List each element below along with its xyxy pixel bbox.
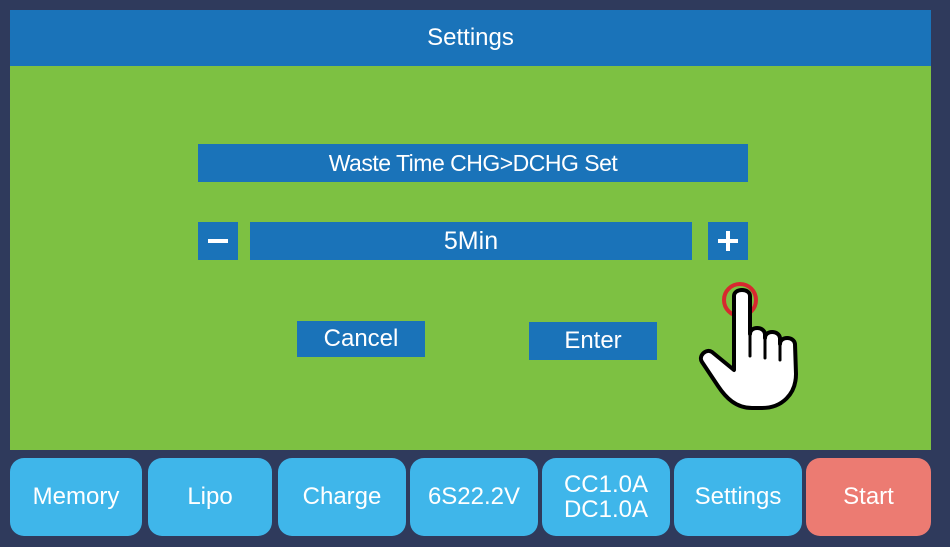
- page-title: Settings: [427, 24, 514, 51]
- tab-memory[interactable]: Memory: [10, 458, 142, 536]
- bottom-tab-bar: Memory Lipo Charge 6S22.2V CC1.0A DC1.0A…: [10, 458, 931, 536]
- tab-charge[interactable]: Charge: [278, 458, 406, 536]
- increase-button[interactable]: [708, 222, 748, 260]
- setting-prompt-label: Waste Time CHG>DCHG Set: [198, 144, 748, 182]
- title-bar: Settings: [10, 10, 931, 66]
- cancel-button[interactable]: Cancel: [297, 321, 425, 357]
- hand-pointer-icon: [699, 288, 798, 410]
- settings-panel: Waste Time CHG>DCHG Set 5Min Cancel Ente…: [10, 66, 931, 450]
- tab-current[interactable]: CC1.0A DC1.0A: [542, 458, 670, 536]
- setting-value-display: 5Min: [250, 222, 692, 260]
- enter-button[interactable]: Enter: [529, 322, 657, 360]
- decrease-button[interactable]: [198, 222, 238, 260]
- tab-battery-voltage[interactable]: 6S22.2V: [410, 458, 538, 536]
- start-button[interactable]: Start: [806, 458, 931, 536]
- tab-lipo[interactable]: Lipo: [148, 458, 272, 536]
- tab-settings[interactable]: Settings: [674, 458, 802, 536]
